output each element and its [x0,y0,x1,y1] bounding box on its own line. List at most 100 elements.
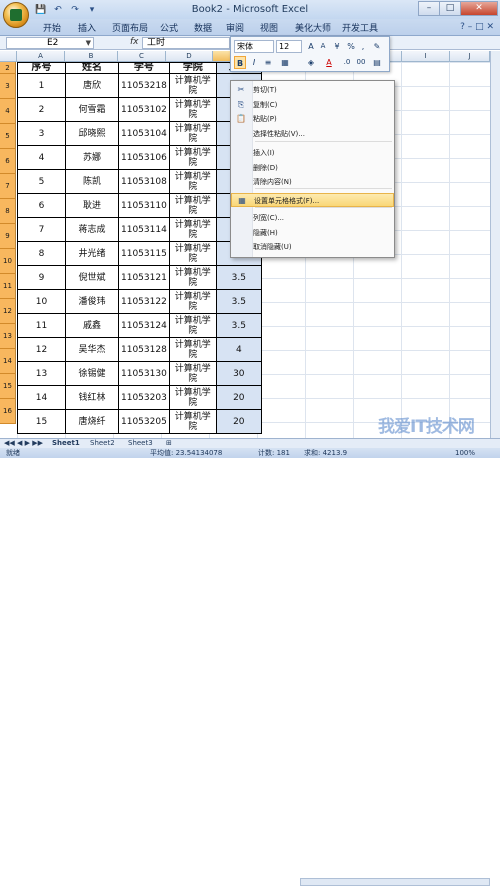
format-painter-icon[interactable]: ✎ [371,40,383,53]
table-cell[interactable]: 12 [17,337,66,362]
table-cell[interactable]: 唐烧纤 [65,409,119,434]
increase-decimal-icon[interactable]: .0 [341,56,353,69]
fx-icon[interactable]: fx [130,37,139,47]
chevron-down-icon[interactable]: ▼ [86,38,91,48]
table-cell[interactable]: 1 [17,73,66,98]
table-cell[interactable]: 计算机学院 [168,409,217,434]
table-cell[interactable]: 钱红林 [65,385,119,410]
table-cell[interactable]: 3.5 [215,265,262,290]
table-cell[interactable]: 20 [215,409,262,434]
column-header-b[interactable]: B [65,51,118,62]
row-header[interactable]: 14 [0,349,16,374]
table-cell[interactable]: 潘俊玮 [65,289,119,314]
table-cell[interactable]: 计算机学院 [168,73,217,98]
column-header-j[interactable]: J [450,51,490,62]
column-header-i[interactable]: I [402,51,450,62]
context-menu-item[interactable]: 列宽(C)... [231,211,394,225]
fill-color-icon[interactable]: ◈ [305,56,317,69]
office-button[interactable] [3,2,29,28]
table-cell[interactable]: 11053102 [118,97,170,122]
tab-data[interactable]: 数据 [194,21,212,34]
table-cell[interactable]: 4 [215,337,262,362]
table-cell[interactable]: 3.5 [215,313,262,338]
tab-insert[interactable]: 插入 [78,21,96,34]
table-cell[interactable]: 计算机学院 [168,145,217,170]
table-cell[interactable]: 11053124 [118,313,170,338]
table-cell[interactable]: 计算机学院 [168,97,217,122]
header-cell[interactable]: 学号 [118,62,170,74]
table-cell[interactable]: 6 [17,193,66,218]
sheet-tab-2[interactable]: Sheet2 [90,439,115,448]
row-header[interactable]: 5 [0,124,16,149]
table-cell[interactable]: 14 [17,385,66,410]
table-cell[interactable]: 11053203 [118,385,170,410]
row-header[interactable]: 13 [0,324,16,349]
header-cell[interactable]: 序号 [17,62,66,74]
row-header[interactable]: 7 [0,174,16,199]
help-icon[interactable]: ? – □ ✕ [460,22,494,32]
tab-home[interactable]: 开始 [43,21,61,34]
maximize-button[interactable]: □ [439,1,461,16]
table-cell[interactable]: 计算机学院 [168,385,217,410]
table-cell[interactable]: 11053128 [118,337,170,362]
table-cell[interactable]: 9 [17,265,66,290]
table-cell[interactable]: 7 [17,217,66,242]
tab-developer[interactable]: 开发工具 [342,21,378,34]
font-color-icon[interactable]: A [323,56,335,69]
table-cell[interactable]: 计算机学院 [168,241,217,266]
vertical-scrollbar[interactable] [490,51,500,438]
table-cell[interactable]: 吴华杰 [65,337,119,362]
context-menu-item[interactable]: 选择性粘贴(V)... [231,127,394,141]
italic-button[interactable]: I [248,56,260,69]
table-cell[interactable]: 计算机学院 [168,265,217,290]
context-menu-item[interactable]: 隐藏(H) [231,226,394,240]
sheet-nav-icon[interactable]: ◀◀ ◀ ▶ ▶▶ [4,439,43,448]
row-header[interactable]: 2 [0,62,16,74]
table-cell[interactable]: 计算机学院 [168,193,217,218]
table-cell[interactable]: 计算机学院 [168,313,217,338]
table-cell[interactable]: 20 [215,385,262,410]
table-cell[interactable]: 13 [17,361,66,386]
tab-page-layout[interactable]: 页面布局 [112,21,148,34]
table-cell[interactable]: 30 [215,361,262,386]
tab-beautify-master[interactable]: 美化大师 [295,21,331,34]
tab-formulas[interactable]: 公式 [160,21,178,34]
table-cell[interactable]: 11053205 [118,409,170,434]
header-cell[interactable]: 姓名 [65,62,119,74]
table-cell[interactable]: 计算机学院 [168,337,217,362]
row-header[interactable]: 8 [0,199,16,224]
select-all-corner[interactable] [0,51,17,62]
table-cell[interactable]: 11053115 [118,241,170,266]
table-cell[interactable]: 计算机学院 [168,289,217,314]
header-cell[interactable]: 学院 [168,62,217,74]
sheet-tab-3[interactable]: Sheet3 [128,439,153,448]
table-cell[interactable]: 蒋志成 [65,217,119,242]
column-header-d[interactable]: D [166,51,213,62]
bold-button[interactable]: B [234,56,246,69]
zoom-level[interactable]: 100% [455,448,475,458]
table-cell[interactable]: 2 [17,97,66,122]
table-cell[interactable]: 11053130 [118,361,170,386]
minimize-button[interactable]: – [418,1,440,16]
font-size-select[interactable]: 12 [276,40,302,53]
row-header[interactable]: 15 [0,374,16,399]
close-button[interactable]: ✕ [460,1,498,16]
column-header-a[interactable]: A [17,51,65,62]
table-cell[interactable]: 11053108 [118,169,170,194]
table-cell[interactable]: 戚鑫 [65,313,119,338]
borders-icon[interactable]: ▦ [279,56,291,69]
grow-font-icon[interactable]: A [305,40,317,53]
context-menu-item[interactable]: 删除(D) [231,161,394,175]
table-cell[interactable]: 11053110 [118,193,170,218]
context-menu-item[interactable]: 取消隐藏(U) [231,240,394,254]
table-cell[interactable]: 计算机学院 [168,217,217,242]
context-menu-item[interactable]: 插入(I) [231,146,394,160]
row-header[interactable]: 3 [0,74,16,99]
table-cell[interactable]: 5 [17,169,66,194]
table-cell[interactable]: 11053106 [118,145,170,170]
table-cell[interactable]: 计算机学院 [168,169,217,194]
column-header-c[interactable]: C [118,51,166,62]
table-cell[interactable]: 11053104 [118,121,170,146]
table-cell[interactable]: 11053114 [118,217,170,242]
table-cell[interactable]: 徐锡健 [65,361,119,386]
